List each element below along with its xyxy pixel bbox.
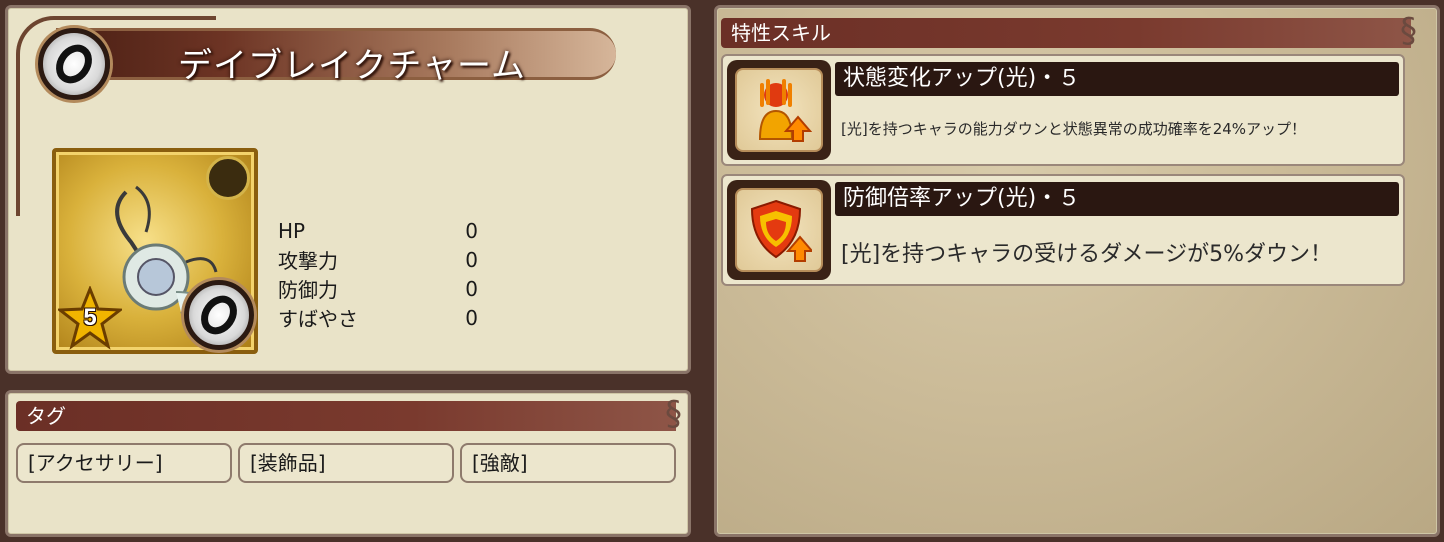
stat-value: 0 xyxy=(465,247,478,272)
tag-chip-strong-enemy[interactable]: [強敵] xyxy=(460,443,676,483)
stat-label: HP xyxy=(278,218,306,243)
stat-row-speed: すばやさ 0 xyxy=(278,303,498,332)
skill-icon-frame xyxy=(727,60,831,160)
tag-chip-accessory[interactable]: [アクセサリー] xyxy=(16,443,232,483)
stat-label: 防御力 xyxy=(278,278,338,302)
skill-description: [光]を持つキャラの受けるダメージが5%ダウン！ xyxy=(841,242,1332,267)
tag-panel: タグ § [アクセサリー] [装飾品] [強敵] xyxy=(5,390,691,537)
section-title: 特性スキル xyxy=(731,21,831,45)
stat-value: 0 xyxy=(465,276,478,301)
skill-icon-frame xyxy=(727,180,831,280)
tag-chip-ornament[interactable]: [装飾品] xyxy=(238,443,454,483)
item-title-banner: デイブレイクチャーム xyxy=(16,16,622,216)
skill-section-header: 特性スキル § xyxy=(721,14,1417,48)
stat-value: 0 xyxy=(465,305,478,330)
stat-label: すばやさ xyxy=(278,307,358,331)
ring-element-icon xyxy=(38,28,110,100)
trait-skill-panel: 特性スキル § 状態変化アップ(光)・５ [光]を持つキャラの能力ダウンと状態異… xyxy=(714,5,1440,537)
stat-row-attack: 攻撃力 0 xyxy=(278,245,498,274)
item-portrait[interactable]: 5 xyxy=(52,148,258,354)
shield-up-icon xyxy=(750,199,812,262)
section-title: タグ xyxy=(26,404,66,428)
stat-value: 0 xyxy=(465,218,478,243)
skill-name: 状態変化アップ(光)・５ xyxy=(835,62,1399,96)
item-name: デイブレイクチャーム xyxy=(178,46,526,86)
flourish-icon: § xyxy=(665,394,682,434)
skill-card[interactable]: 防御倍率アップ(光)・５ [光]を持つキャラの受けるダメージが5%ダウン！ xyxy=(721,174,1405,286)
stat-row-defense: 防御力 0 xyxy=(278,274,498,303)
light-element-icon xyxy=(206,156,250,200)
skill-description: [光]を持つキャラの能力ダウンと状態異常の成功確率を24%アップ！ xyxy=(841,120,1307,138)
tag-section-header: タグ § xyxy=(16,397,682,431)
stat-row-hp: HP 0 xyxy=(278,216,498,245)
item-detail-panel: デイブレイクチャーム 5 HP 0 攻撃力 0 防御力 0 すばやさ 0 xyxy=(5,5,691,374)
status-up-hand-icon xyxy=(758,79,812,142)
stats-table: HP 0 攻撃力 0 防御力 0 すばやさ 0 xyxy=(278,216,498,332)
ring-element-icon xyxy=(184,280,254,350)
skill-name: 防御倍率アップ(光)・５ xyxy=(835,182,1399,216)
skill-card[interactable]: 状態変化アップ(光)・５ [光]を持つキャラの能力ダウンと状態異常の成功確率を2… xyxy=(721,54,1405,166)
stat-label: 攻撃力 xyxy=(278,249,338,273)
flourish-icon: § xyxy=(1400,11,1417,51)
rarity-value: 5 xyxy=(83,304,97,331)
